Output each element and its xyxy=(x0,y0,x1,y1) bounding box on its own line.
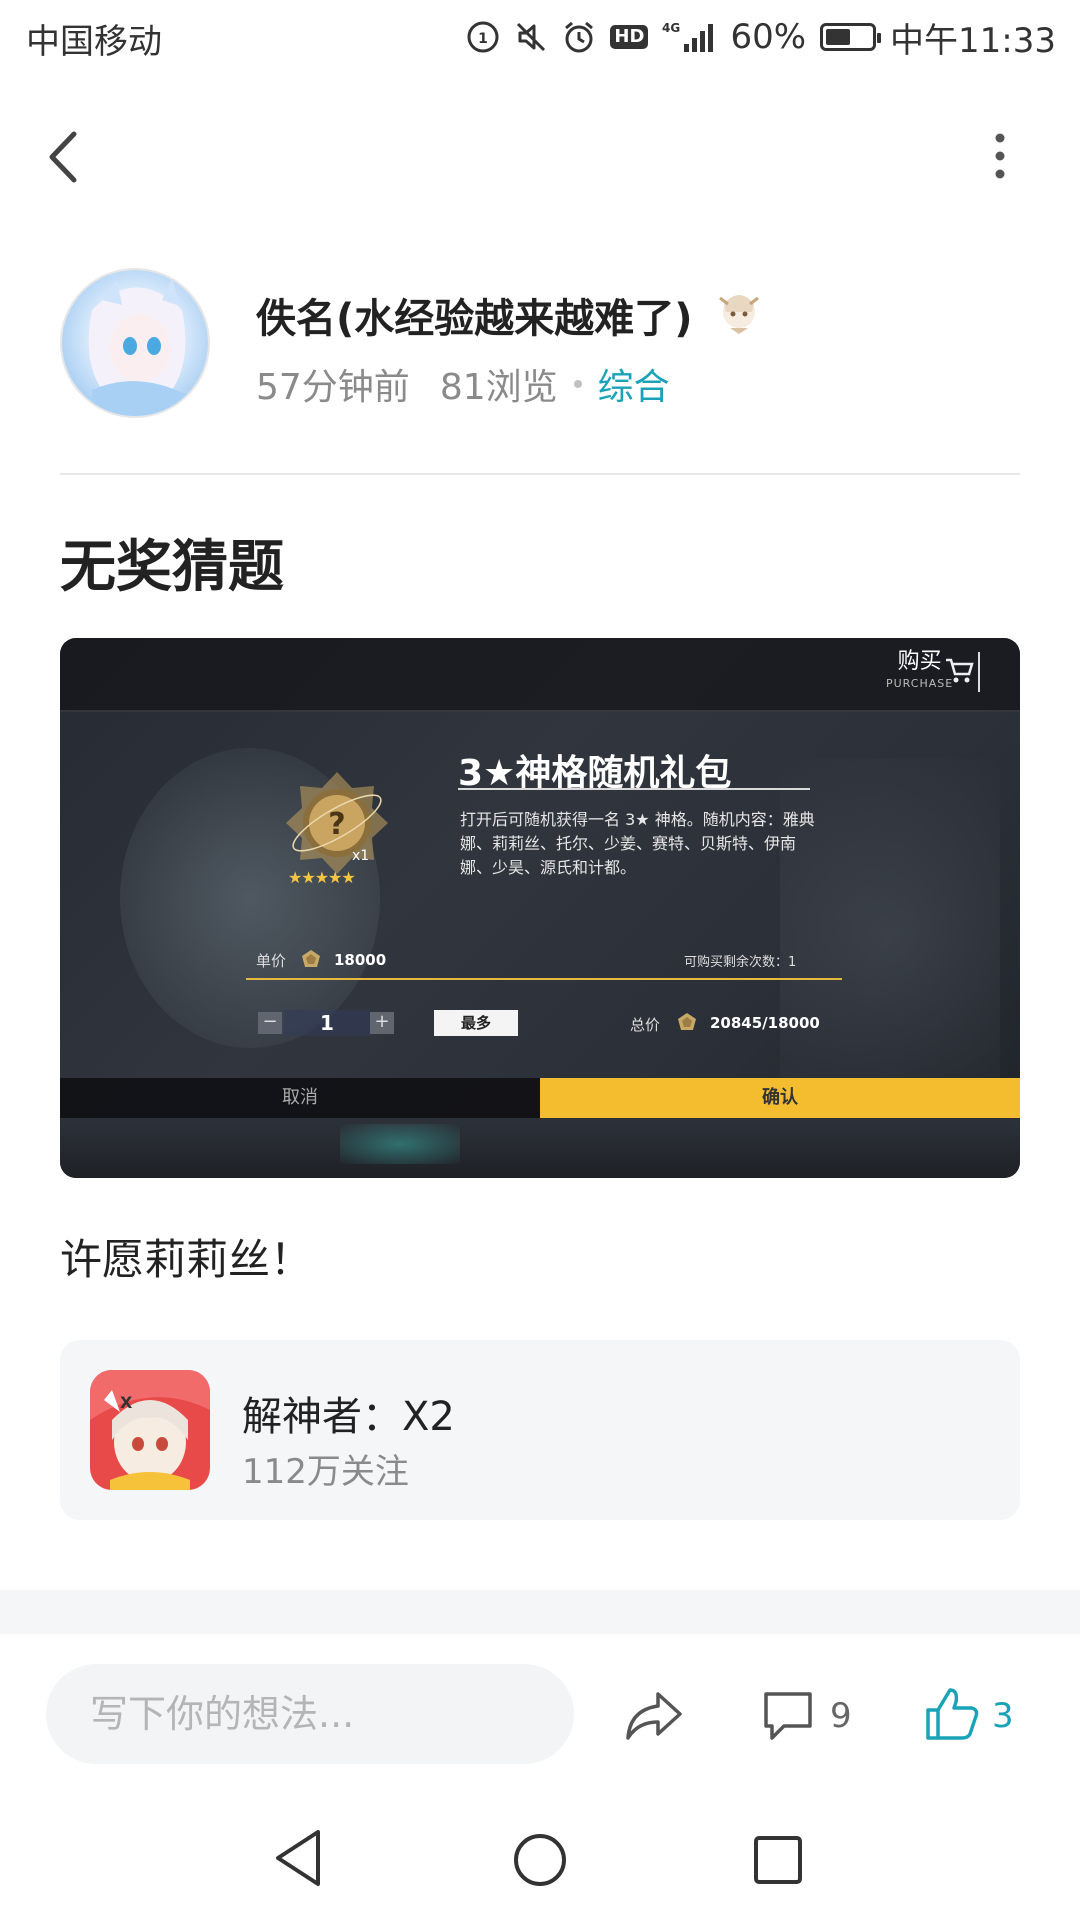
battery-icon xyxy=(820,23,882,51)
post-image[interactable]: 购买 PURCHASE ? x1 ★★★★★ 3★神格随机礼包 打开后可随机获得… xyxy=(60,638,1020,1178)
svg-text:?: ? xyxy=(328,807,345,842)
nav-back-icon xyxy=(276,1830,320,1886)
author-badge-icon xyxy=(712,284,766,338)
post-body: 许愿莉莉丝！ xyxy=(60,1235,313,1284)
author-name[interactable]: 佚名(水经验越来越难了) xyxy=(256,286,693,344)
post-meta: 57分钟前 81浏览 综合 xyxy=(256,358,670,410)
medal-stars: ★★★★★ xyxy=(288,868,356,887)
coin-icon xyxy=(678,1013,696,1030)
confirm-button[interactable]: 确认 xyxy=(540,1078,1020,1118)
author-avatar[interactable] xyxy=(60,268,210,418)
post-time: 57分钟前 xyxy=(256,367,410,408)
nav-home-icon xyxy=(514,1834,566,1886)
battery-percent: 60% xyxy=(730,17,807,57)
game-name: 解神者：X2 xyxy=(242,1394,455,1440)
game-card[interactable]: X 解神者：X2 112万关注 xyxy=(60,1340,1020,1520)
nav-recent-icon xyxy=(754,1836,802,1884)
nav-recent-button[interactable] xyxy=(750,1832,806,1888)
carrier-label: 中国移动 xyxy=(26,22,162,62)
post-title: 无奖猜题 xyxy=(60,535,284,600)
image-top-bar xyxy=(60,638,1020,712)
quantity-plus-button[interactable]: + xyxy=(370,1012,394,1034)
signal-icon: 4G xyxy=(662,20,716,54)
data-saver-icon: 1 xyxy=(466,20,500,54)
hd-badge: HD xyxy=(610,25,649,49)
like-icon xyxy=(926,1688,979,1740)
quantity-field[interactable]: 1 xyxy=(284,1010,370,1036)
quantity-minus-button[interactable]: − xyxy=(258,1012,282,1034)
game-followers: 112万关注 xyxy=(242,1452,409,1492)
remaining-purchases: 可购买剩余次数：1 xyxy=(684,955,797,970)
total-value: 20845/18000 xyxy=(710,1014,820,1032)
total-label: 总价 xyxy=(630,1016,661,1034)
medal-count: x1 xyxy=(352,848,370,864)
back-icon xyxy=(49,131,77,183)
comment-icon xyxy=(764,1692,812,1740)
coin-icon xyxy=(302,950,320,967)
nav-back-button[interactable] xyxy=(270,1826,330,1890)
status-icons: 1 HD 4G 60% 中午11:33 xyxy=(466,12,1056,62)
more-icon xyxy=(995,133,1005,179)
like-button[interactable] xyxy=(924,1684,980,1744)
more-button[interactable] xyxy=(980,130,1020,182)
mute-icon xyxy=(514,20,548,54)
clock: 中午11:33 xyxy=(890,20,1056,61)
battery-level xyxy=(826,29,851,45)
unit-price-label: 单价 xyxy=(256,952,287,970)
comment-input[interactable]: 写下你的想法... xyxy=(46,1664,574,1764)
comment-count: 9 xyxy=(830,1696,852,1736)
alarm-icon xyxy=(562,20,596,54)
svg-text:X: X xyxy=(120,1393,133,1412)
share-button[interactable] xyxy=(622,1688,686,1744)
view-count: 81浏览 xyxy=(439,367,558,408)
cancel-button[interactable]: 取消 xyxy=(60,1078,540,1118)
svg-text:4G: 4G xyxy=(662,21,680,35)
status-bar: 中国移动 1 HD 4G 60% 中午11:33 xyxy=(0,0,1080,80)
meta-separator xyxy=(573,380,582,388)
gift-description: 打开后可随机获得一名 3★ 神格。随机内容：雅典娜、莉莉丝、托尔、少姜、赛特、贝… xyxy=(460,810,815,877)
cart-icon xyxy=(946,658,974,683)
max-button[interactable]: 最多 xyxy=(434,1010,518,1036)
section-separator xyxy=(0,1590,1080,1634)
svg-text:1: 1 xyxy=(479,31,489,47)
game-icon: X xyxy=(90,1370,210,1490)
share-icon xyxy=(626,1692,682,1740)
like-count: 3 xyxy=(992,1696,1014,1736)
unit-price: 18000 xyxy=(334,951,387,969)
category-link[interactable]: 综合 xyxy=(598,358,670,410)
medal-icon: ? xyxy=(286,772,388,874)
back-button[interactable] xyxy=(40,122,90,192)
nav-home-button[interactable] xyxy=(510,1830,570,1890)
divider xyxy=(60,473,1020,475)
